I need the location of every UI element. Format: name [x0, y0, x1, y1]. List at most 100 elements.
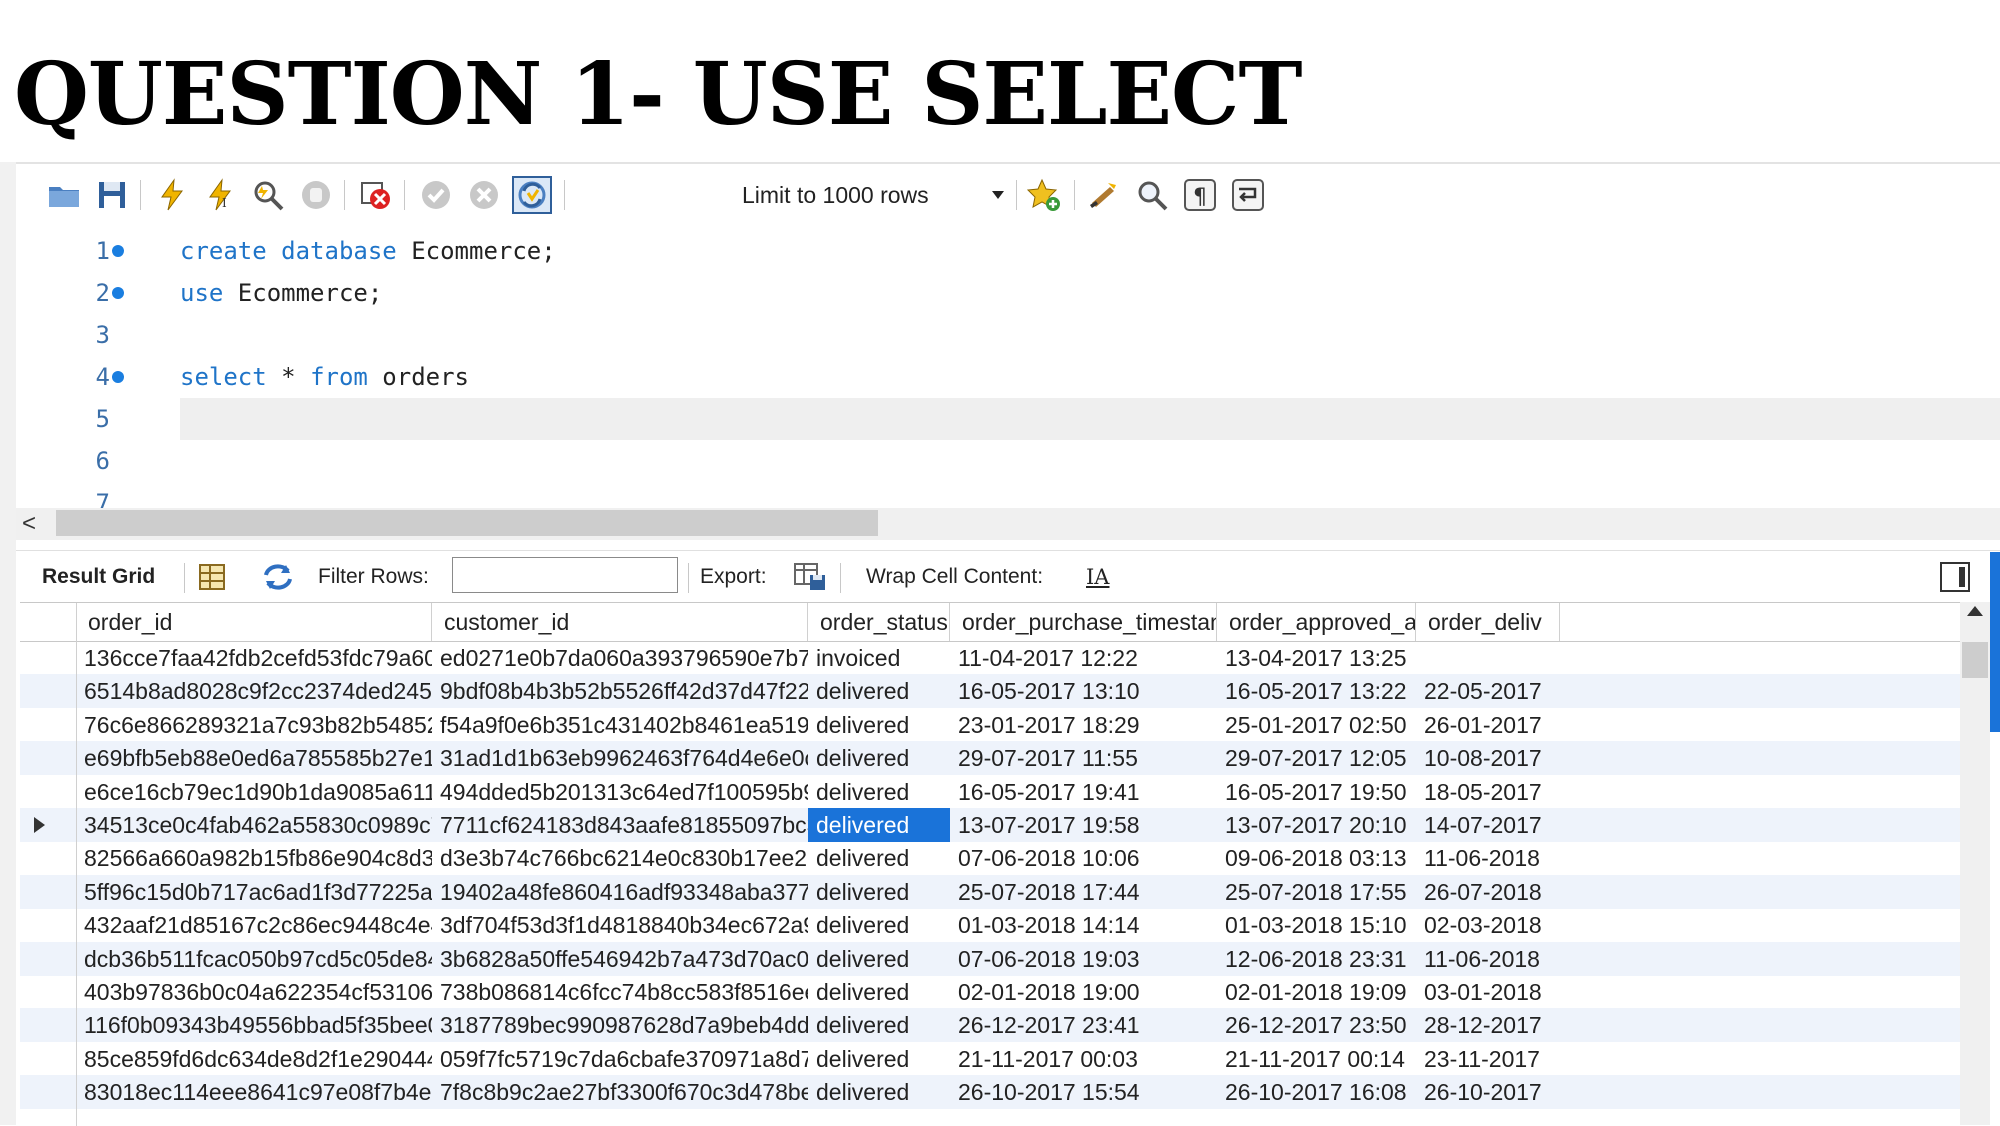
- table-cell[interactable]: 83018ec114eee8641c97e08f7b4e926f: [76, 1075, 432, 1109]
- execute-icon[interactable]: [152, 176, 192, 214]
- table-row[interactable]: dcb36b511fcac050b97cd5c05de84dc33b6828a5…: [20, 941, 1960, 976]
- table-cell[interactable]: 22-05-2017: [1416, 674, 1560, 708]
- table-cell[interactable]: 7711cf624183d843aafe81855097bc37: [432, 808, 808, 842]
- table-cell[interactable]: 09-06-2018 03:13: [1217, 841, 1416, 875]
- rollback-icon[interactable]: [464, 176, 504, 214]
- table-cell[interactable]: 738b086814c6fcc74b8cc583f8516ee3: [432, 975, 808, 1009]
- code-line[interactable]: 1 create database Ecommerce;: [16, 230, 2000, 272]
- table-row[interactable]: 82566a660a982b15fb86e904c8d32918d3e3b74c…: [20, 841, 1960, 875]
- table-row[interactable]: 34513ce0c4fab462a55830c0989c7edb7711cf62…: [20, 808, 1960, 842]
- table-cell[interactable]: 6514b8ad8028c9f2cc2374ded245783f: [76, 674, 432, 708]
- table-cell[interactable]: invoiced: [808, 641, 950, 675]
- table-cell[interactable]: 28-12-2017: [1416, 1008, 1560, 1042]
- grid-vertical-scrollbar[interactable]: [1960, 602, 1990, 1125]
- table-cell[interactable]: 19402a48fe860416adf93348aba37740: [432, 875, 808, 909]
- table-cell[interactable]: 31ad1d1b63eb9962463f764d4e6e0c9d: [432, 741, 808, 775]
- code-line[interactable]: 4 select * from orders: [16, 356, 2000, 398]
- table-row[interactable]: 76c6e866289321a7c93b82b54852dc33f54a9f0e…: [20, 708, 1960, 742]
- table-cell[interactable]: 21-11-2017 00:14: [1217, 1042, 1416, 1076]
- wrap-icon[interactable]: [1228, 176, 1268, 214]
- column-header-order-status[interactable]: order_status: [808, 603, 950, 641]
- table-cell[interactable]: delivered: [808, 942, 950, 976]
- toggle-side-panel-icon[interactable]: [1940, 562, 1970, 592]
- table-cell[interactable]: delivered: [808, 775, 950, 809]
- table-cell[interactable]: delivered: [808, 1075, 950, 1109]
- invisible-chars-icon[interactable]: ¶: [1180, 176, 1220, 214]
- limit-rows-select[interactable]: Limit to 1000 rows: [722, 176, 1012, 214]
- table-row[interactable]: 6514b8ad8028c9f2cc2374ded245783f9bdf08b4…: [20, 674, 1960, 709]
- table-cell[interactable]: 25-07-2018 17:55: [1217, 875, 1416, 909]
- table-cell[interactable]: 29-07-2017 11:55: [950, 741, 1217, 775]
- table-cell[interactable]: 01-03-2018 14:14: [950, 908, 1217, 942]
- code-line[interactable]: 2 use Ecommerce;: [16, 272, 2000, 314]
- table-cell[interactable]: 13-04-2017 13:25: [1217, 641, 1416, 675]
- table-cell[interactable]: 26-12-2017 23:41: [950, 1008, 1217, 1042]
- scrollbar-thumb[interactable]: [1962, 642, 1988, 678]
- column-header-order-purchase-timestamp[interactable]: order_purchase_timestamp: [950, 603, 1217, 641]
- table-row[interactable]: 85ce859fd6dc634de8d2f1e290444043059f7fc5…: [20, 1042, 1960, 1076]
- table-cell[interactable]: 16-05-2017 19:41: [950, 775, 1217, 809]
- table-row[interactable]: 83018ec114eee8641c97e08f7b4e926f7f8c8b9c…: [20, 1075, 1960, 1110]
- find-icon[interactable]: [1132, 176, 1172, 214]
- table-row[interactable]: e6ce16cb79ec1d90b1da9085a6118aeb494dded5…: [20, 775, 1960, 809]
- table-cell[interactable]: delivered: [808, 674, 950, 708]
- sql-editor[interactable]: 1 create database Ecommerce; 2 use Ecommerc…: [16, 222, 2000, 517]
- table-cell[interactable]: 01-03-2018 15:10: [1217, 908, 1416, 942]
- export-icon[interactable]: [792, 559, 828, 595]
- table-cell[interactable]: 26-10-2017 15:54: [950, 1075, 1217, 1109]
- table-cell[interactable]: delivered: [808, 1008, 950, 1042]
- table-cell[interactable]: 26-10-2017: [1416, 1075, 1560, 1109]
- table-cell[interactable]: 116f0b09343b49556bbad5f35bee0cdf: [76, 1008, 432, 1042]
- table-cell[interactable]: 3187789bec990987628d7a9beb4dd6ac: [432, 1008, 808, 1042]
- save-icon[interactable]: [92, 176, 132, 214]
- favorite-add-icon[interactable]: [1024, 176, 1064, 214]
- table-cell[interactable]: 18-05-2017: [1416, 775, 1560, 809]
- table-cell[interactable]: 07-06-2018 10:06: [950, 841, 1217, 875]
- table-cell[interactable]: 29-07-2017 12:05: [1217, 741, 1416, 775]
- table-cell[interactable]: 16-05-2017 13:22: [1217, 674, 1416, 708]
- table-cell[interactable]: 432aaf21d85167c2c86ec9448c4e42cc: [76, 908, 432, 942]
- table-row[interactable]: e69bfb5eb88e0ed6a785585b27e16dbf31ad1d1b…: [20, 741, 1960, 776]
- table-cell[interactable]: 11-04-2017 12:22: [950, 641, 1217, 675]
- table-cell[interactable]: 11-06-2018: [1416, 841, 1560, 875]
- commit-icon[interactable]: [416, 176, 456, 214]
- column-header-order-id[interactable]: order_id: [76, 603, 432, 641]
- table-cell[interactable]: 9bdf08b4b3b52b5526ff42d37d47f222: [432, 674, 808, 708]
- code-line[interactable]: 3: [16, 314, 2000, 356]
- table-cell[interactable]: 21-11-2017 00:03: [950, 1042, 1217, 1076]
- column-header-customer-id[interactable]: customer_id: [432, 603, 808, 641]
- table-cell[interactable]: 25-07-2018 17:44: [950, 875, 1217, 909]
- table-cell[interactable]: e6ce16cb79ec1d90b1da9085a6118aeb: [76, 775, 432, 809]
- editor-horizontal-scrollbar[interactable]: <: [16, 508, 2000, 540]
- refresh-icon[interactable]: [260, 559, 296, 595]
- table-cell[interactable]: dcb36b511fcac050b97cd5c05de84dc3: [76, 942, 432, 976]
- table-cell[interactable]: 23-01-2017 18:29: [950, 708, 1217, 742]
- table-cell[interactable]: 82566a660a982b15fb86e904c8d32918: [76, 841, 432, 875]
- table-cell[interactable]: 13-07-2017 20:10: [1217, 808, 1416, 842]
- table-cell[interactable]: f54a9f0e6b351c431402b8461ea51999: [432, 708, 808, 742]
- table-cell[interactable]: 23-11-2017: [1416, 1042, 1560, 1076]
- table-cell[interactable]: delivered: [808, 875, 950, 909]
- table-cell[interactable]: 02-03-2018: [1416, 908, 1560, 942]
- table-cell[interactable]: delivered: [808, 741, 950, 775]
- table-cell[interactable]: 26-10-2017 16:08: [1217, 1075, 1416, 1109]
- column-header-order-deliv[interactable]: order_deliv: [1416, 603, 1560, 641]
- table-cell[interactable]: 136cce7faa42fdb2cefd53fdc79a6098: [76, 641, 432, 675]
- scroll-up-arrow[interactable]: [1967, 606, 1983, 616]
- table-cell[interactable]: 85ce859fd6dc634de8d2f1e290444043: [76, 1042, 432, 1076]
- result-grid-tab[interactable]: Result Grid: [42, 563, 155, 591]
- table-row[interactable]: 136cce7faa42fdb2cefd53fdc79a6098 ed0271e0…: [20, 641, 1960, 675]
- table-cell[interactable]: 5ff96c15d0b717ac6ad1f3d77225a350: [76, 875, 432, 909]
- table-cell[interactable]: 26-01-2017: [1416, 708, 1560, 742]
- folder-open-icon[interactable]: [44, 176, 84, 214]
- scrollbar-thumb[interactable]: [56, 510, 878, 536]
- table-row[interactable]: 116f0b09343b49556bbad5f35bee0cdf3187789b…: [20, 1008, 1960, 1043]
- code-line[interactable]: 5: [16, 398, 2000, 440]
- code-line[interactable]: 6: [16, 440, 2000, 482]
- execute-current-icon[interactable]: I: [200, 176, 240, 214]
- table-cell[interactable]: d3e3b74c766bc6214e0c830b17ee2341: [432, 841, 808, 875]
- table-cell[interactable]: 07-06-2018 19:03: [950, 942, 1217, 976]
- table-cell[interactable]: 02-01-2018 19:09: [1217, 975, 1416, 1009]
- table-row[interactable]: 403b97836b0c04a622354cf531062e5f738b0868…: [20, 975, 1960, 1009]
- column-header-order-approved-at[interactable]: order_approved_at: [1217, 603, 1416, 641]
